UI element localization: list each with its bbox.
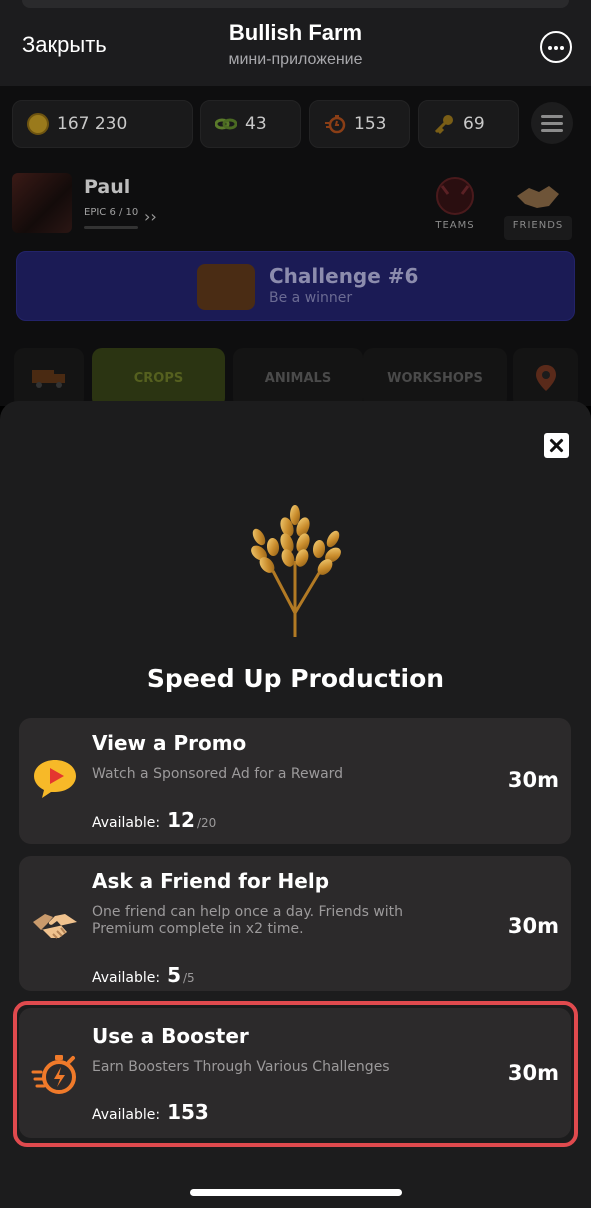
- handshake-icon[interactable]: [513, 174, 563, 218]
- available-label: Available:: [92, 815, 161, 831]
- keys-counter[interactable]: 69: [418, 100, 519, 148]
- available-count: 12: [167, 808, 195, 832]
- truck-icon[interactable]: [14, 348, 84, 408]
- map-pin-icon[interactable]: [513, 348, 578, 408]
- coin-icon: [27, 113, 49, 135]
- player-rank: EPIC 6 / 10: [84, 207, 139, 218]
- tab-workshops[interactable]: WORKSHOPS: [363, 348, 507, 408]
- speed-up-sheet: Speed Up Production View a Promo Watch a…: [0, 401, 591, 1208]
- links-value: 43: [245, 114, 267, 134]
- player-name: Paul: [84, 176, 131, 198]
- avatar[interactable]: [12, 173, 72, 233]
- friends-label[interactable]: FRIENDS: [504, 220, 572, 231]
- option-description: One friend can help once a day. Friends …: [92, 904, 404, 937]
- category-tabs: CROPS ANIMALS WORKSHOPS: [0, 346, 591, 408]
- available-label: Available:: [92, 970, 161, 986]
- option-availability: Available: 12 /20: [92, 808, 216, 832]
- top-notch: [22, 0, 569, 8]
- option-description: Watch a Sponsored Ad for a Reward: [92, 766, 344, 782]
- app-subtitle: мини-приложение: [228, 51, 363, 68]
- selection-highlight: [13, 1001, 578, 1147]
- teams-icon[interactable]: [430, 174, 480, 218]
- hamburger-menu-icon[interactable]: [531, 102, 573, 144]
- game-screen: 167 230 43 153 69 Paul EPIC 6 / 10 ›› TE…: [0, 86, 591, 408]
- challenge-banner[interactable]: Challenge #6 Be a winner: [16, 251, 575, 321]
- available-max: /20: [196, 816, 217, 830]
- challenge-title: Challenge #6: [269, 264, 419, 288]
- sheet-title: Speed Up Production: [146, 664, 445, 693]
- option-title: Ask a Friend for Help: [92, 869, 330, 893]
- key-icon: [433, 113, 455, 135]
- links-counter[interactable]: 43: [200, 100, 301, 148]
- chevron-right-icon[interactable]: ››: [144, 207, 157, 226]
- boosters-value: 153: [354, 114, 387, 134]
- coins-counter[interactable]: 167 230: [12, 100, 193, 148]
- teams-label: TEAMS: [435, 220, 475, 231]
- handshake-icon: [31, 902, 79, 950]
- rank-progress-bar: [84, 226, 138, 229]
- stopwatch-icon: [324, 113, 346, 135]
- home-indicator[interactable]: [190, 1189, 402, 1196]
- boosters-counter[interactable]: 153: [309, 100, 410, 148]
- challenge-subtitle: Be a winner: [269, 290, 353, 306]
- option-view-promo[interactable]: View a Promo Watch a Sponsored Ad for a …: [19, 718, 571, 844]
- tab-animals[interactable]: ANIMALS: [233, 348, 363, 408]
- app-title: Bullish Farm: [228, 20, 363, 45]
- option-availability: Available: 5 /5: [92, 963, 195, 987]
- link-icon: [214, 113, 238, 135]
- more-options-icon[interactable]: [540, 31, 572, 63]
- available-count: 5: [167, 963, 182, 987]
- option-title: View a Promo: [92, 731, 247, 755]
- bullish-farm-logo-icon: [197, 264, 255, 310]
- option-time: 30m: [507, 914, 559, 938]
- coins-value: 167 230: [57, 114, 128, 134]
- tab-crops[interactable]: CROPS: [92, 348, 225, 408]
- wheat-icon: [235, 501, 355, 641]
- option-ask-friend[interactable]: Ask a Friend for Help One friend can hel…: [19, 856, 571, 991]
- telegram-header: Закрыть Bullish Farm мини-приложение: [0, 0, 591, 86]
- keys-value: 69: [463, 114, 485, 134]
- option-time: 30m: [507, 768, 559, 792]
- play-bubble-icon: [31, 754, 79, 802]
- available-max: /5: [183, 971, 195, 985]
- close-icon[interactable]: [544, 433, 569, 458]
